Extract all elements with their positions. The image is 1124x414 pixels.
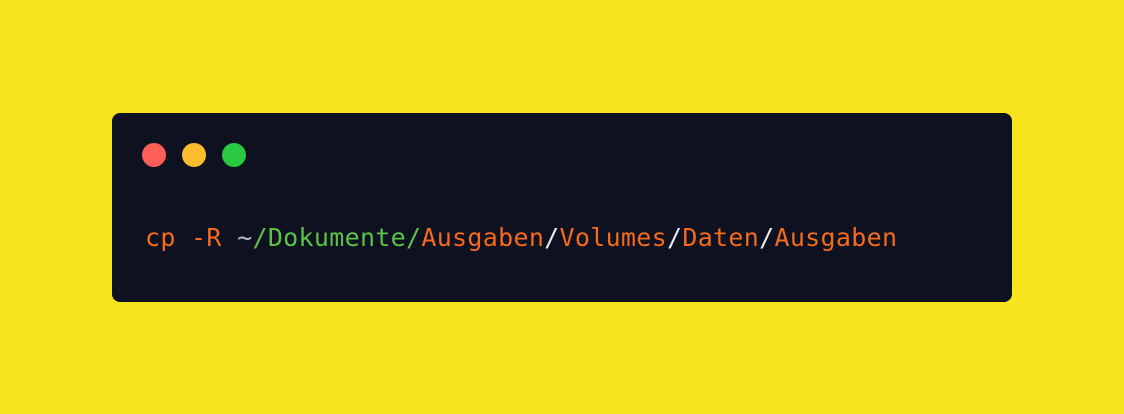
path-home: /Dokumente/ bbox=[252, 223, 422, 252]
path-segment-volumes: Volumes bbox=[559, 223, 667, 252]
path-segment-ausgaben-final: Ausgaben bbox=[774, 223, 898, 252]
close-icon[interactable] bbox=[142, 143, 166, 167]
maximize-icon[interactable] bbox=[222, 143, 246, 167]
command-name: cp bbox=[145, 223, 176, 252]
window-controls bbox=[142, 143, 246, 167]
path-segment-ausgaben: Ausgaben bbox=[421, 223, 545, 252]
command-line: cp -R ~/Dokumente/Ausgaben/Volumes/Daten… bbox=[145, 221, 897, 255]
path-separator: / bbox=[667, 223, 683, 252]
terminal-window: cp -R ~/Dokumente/Ausgaben/Volumes/Daten… bbox=[112, 113, 1012, 302]
command-flag: -R bbox=[191, 223, 222, 252]
path-segment-daten: Daten bbox=[682, 223, 760, 252]
path-separator: / bbox=[544, 223, 560, 252]
tilde: ~ bbox=[237, 223, 253, 252]
minimize-icon[interactable] bbox=[182, 143, 206, 167]
path-separator: / bbox=[759, 223, 775, 252]
